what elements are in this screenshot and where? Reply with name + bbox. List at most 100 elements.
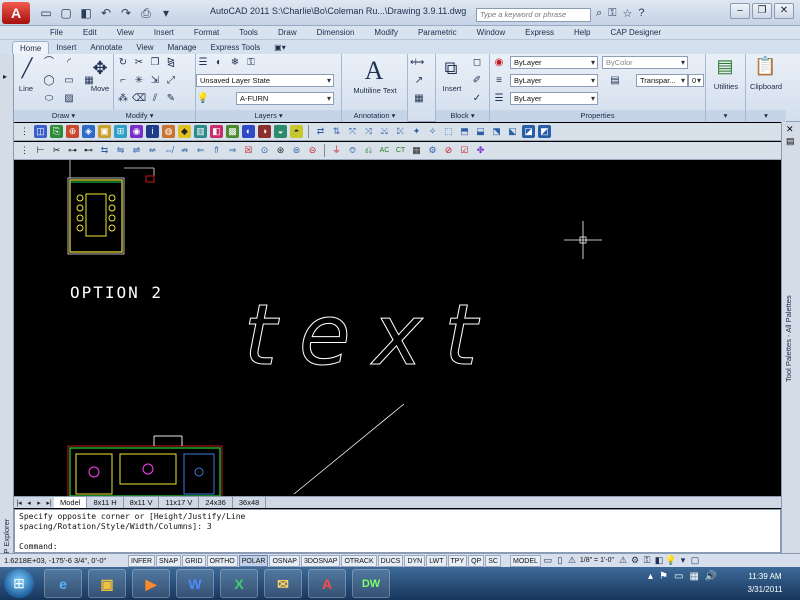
tab-home[interactable]: Home (12, 41, 50, 54)
transparency-label[interactable]: Transpar... (636, 74, 688, 87)
layer-freeze-icon[interactable]: ❄ (228, 56, 242, 70)
move-icon[interactable]: ✥ (88, 58, 112, 79)
coordinates-display[interactable]: 1.6218E+03, -175'-6 3/4", 0'-0" (0, 556, 128, 565)
expand-arrow-icon[interactable]: ▸ (3, 72, 7, 81)
layout-tab-11x17-v[interactable]: 11x17 V (159, 497, 200, 508)
toolbar2-tool-9-icon[interactable]: ⇎ (162, 144, 175, 157)
minimize-button[interactable]: – (730, 3, 750, 19)
toggle-ortho[interactable]: ORTHO (206, 554, 238, 567)
toolbar2-tool-3-icon[interactable]: ⊶ (66, 144, 79, 157)
toolbar2-tool-11-icon[interactable]: ⇐ (194, 144, 207, 157)
command-prompt[interactable]: Command: (19, 542, 58, 552)
toolbar2-tool-27-icon[interactable]: ☑ (458, 144, 471, 157)
toolbar-tool-21-icon[interactable]: ⤨ (362, 125, 375, 138)
menu-cap-designer[interactable]: CAP Designer (600, 26, 671, 40)
search-icon[interactable]: ⌕ (596, 7, 602, 20)
stretch-icon[interactable]: ⇲ (148, 74, 162, 88)
toggle-snap[interactable]: SNAP (156, 554, 182, 567)
lock-icon[interactable]: ⚿ (641, 555, 653, 566)
lineweight-dropdown[interactable]: ByLayer (510, 92, 598, 105)
quick-view-drawings-icon[interactable]: ▯ (554, 555, 566, 566)
toolbar-tool-23-icon[interactable]: ⤪ (394, 125, 407, 138)
toolbar2-tool-26-icon[interactable]: ⊘ (442, 144, 455, 157)
layer-isolate-icon[interactable]: ◐ (212, 56, 226, 70)
erase-icon[interactable]: ⌫ (132, 92, 146, 106)
circle-icon[interactable]: ◯ (42, 74, 56, 88)
toolbar-tool-22-icon[interactable]: ⤩ (378, 125, 391, 138)
toolbar-tool-11-icon[interactable]: ▥ (194, 125, 207, 138)
explode-icon[interactable]: ✳ (132, 74, 146, 88)
leader-icon[interactable]: ↗ (412, 74, 426, 88)
toolbar2-tool-16-icon[interactable]: ⊛ (274, 144, 287, 157)
taskbar-media-player-icon[interactable]: ▶ (132, 569, 170, 598)
model-space-button[interactable]: MODEL (509, 554, 541, 567)
save-icon[interactable]: ◧ (78, 5, 94, 21)
menu-draw[interactable]: Draw (268, 26, 307, 40)
drawing-canvas[interactable]: OPTION 2 text (14, 160, 781, 496)
palette-close-icon[interactable]: ✕ (786, 124, 794, 135)
lineweight-icon[interactable]: ☰ (492, 92, 506, 106)
match-properties-icon[interactable]: ◉ (492, 56, 506, 70)
toolbar2-tool-15-icon[interactable]: ⊙ (258, 144, 271, 157)
application-menu-button[interactable]: A (2, 2, 30, 24)
isolate-objects-icon[interactable]: 💡 (665, 555, 677, 566)
toggle-osnap[interactable]: OSNAP (269, 554, 300, 567)
trim-icon[interactable]: ✂ (132, 56, 146, 70)
move-button[interactable]: Move (86, 84, 114, 93)
tab-express-tools[interactable]: Express Tools (204, 41, 268, 54)
multiline-text-icon[interactable]: A (362, 56, 386, 86)
redo-icon[interactable]: ↷ (118, 5, 134, 21)
toolbar2-tool-19-icon[interactable]: ⏚ (330, 144, 343, 157)
menu-file[interactable]: File (40, 26, 73, 40)
toolbar-tool-5-icon[interactable]: ▣ (98, 125, 111, 138)
toolbar-tool-20-icon[interactable]: ⤧ (346, 125, 359, 138)
menu-tools[interactable]: Tools (229, 26, 268, 40)
layer-properties-icon[interactable]: ☰ (196, 56, 210, 70)
layout-tab-36x48[interactable]: 36x48 (233, 497, 267, 508)
menu-parametric[interactable]: Parametric (408, 26, 467, 40)
toolbar2-tool-12-icon[interactable]: ⇑ (210, 144, 223, 157)
toolbar2-tool-2-icon[interactable]: ✂ (50, 144, 63, 157)
toggle-tpy[interactable]: TPY (447, 554, 468, 567)
tray-expand-icon[interactable]: ▴ (648, 571, 653, 582)
subscription-icon[interactable]: ⚿ (608, 7, 616, 20)
annotation-visibility-icon[interactable]: ⚠ (617, 555, 629, 566)
toolbar-tool-28-icon[interactable]: ⬓ (474, 125, 487, 138)
status-bar-menu-icon[interactable]: ▾ (677, 555, 689, 566)
menu-view[interactable]: View (107, 26, 144, 40)
layer-state-dropdown[interactable]: Unsaved Layer State (196, 74, 334, 87)
edit-attribute-icon[interactable]: ✓ (470, 92, 484, 106)
toolbar-tool-29-icon[interactable]: ⬔ (490, 125, 503, 138)
toolbar-tool-2-icon[interactable]: ⎘ (50, 125, 63, 138)
toggle-ducs[interactable]: DUCS (377, 554, 404, 567)
layers-panel-label[interactable]: Layers ▾ (196, 110, 341, 122)
taskbar-outlook-icon[interactable]: ✉ (264, 569, 302, 598)
menu-format[interactable]: Format (184, 26, 229, 40)
tray-display-icon[interactable]: ▭ (674, 571, 683, 582)
tab-annotate[interactable]: Annotate (83, 41, 129, 54)
search-input[interactable]: Type a keyword or phrase (476, 8, 591, 22)
system-clock[interactable]: 11:39 AM 3/31/2011 (740, 570, 790, 596)
favorites-icon[interactable]: ☆ (623, 7, 633, 20)
taskbar-excel-icon[interactable]: X (220, 569, 258, 598)
linear-dimension-icon[interactable]: ⊢ (412, 56, 426, 70)
tray-flag-icon[interactable]: ⚑ (659, 571, 668, 582)
toolbar2-tool-4-icon[interactable]: ⊷ (82, 144, 95, 157)
toolbar-tool-32-icon[interactable]: ◩ (538, 125, 551, 138)
new-file-icon[interactable]: ▭ (38, 5, 54, 21)
utilities-panel-dropdown[interactable]: ▾ (706, 110, 745, 122)
arc-icon[interactable]: ◜ (62, 56, 76, 70)
toolbar-tool-24-icon[interactable]: ✦ (410, 125, 423, 138)
toolbar-tool-12-icon[interactable]: ◧ (210, 125, 223, 138)
layout-tab-8x11-v[interactable]: 8x11 V (124, 497, 160, 508)
toolbar2-tool-22-icon[interactable]: AC (378, 144, 391, 157)
linetype-icon[interactable]: ≡ (492, 74, 506, 88)
toolbar2-tool-28-icon[interactable]: ✤ (474, 144, 487, 157)
linetype-dropdown[interactable]: ByLayer (510, 74, 598, 87)
toolbar2-tool-18-icon[interactable]: ⊝ (306, 144, 319, 157)
edit-icon[interactable]: ✎ (164, 92, 178, 106)
toolbar-tool-30-icon[interactable]: ⬕ (506, 125, 519, 138)
toolbar-tool-17-icon[interactable]: ◓ (290, 125, 303, 138)
open-file-icon[interactable]: ▢ (58, 5, 74, 21)
toolbar2-tool-8-icon[interactable]: ⇍ (146, 144, 159, 157)
